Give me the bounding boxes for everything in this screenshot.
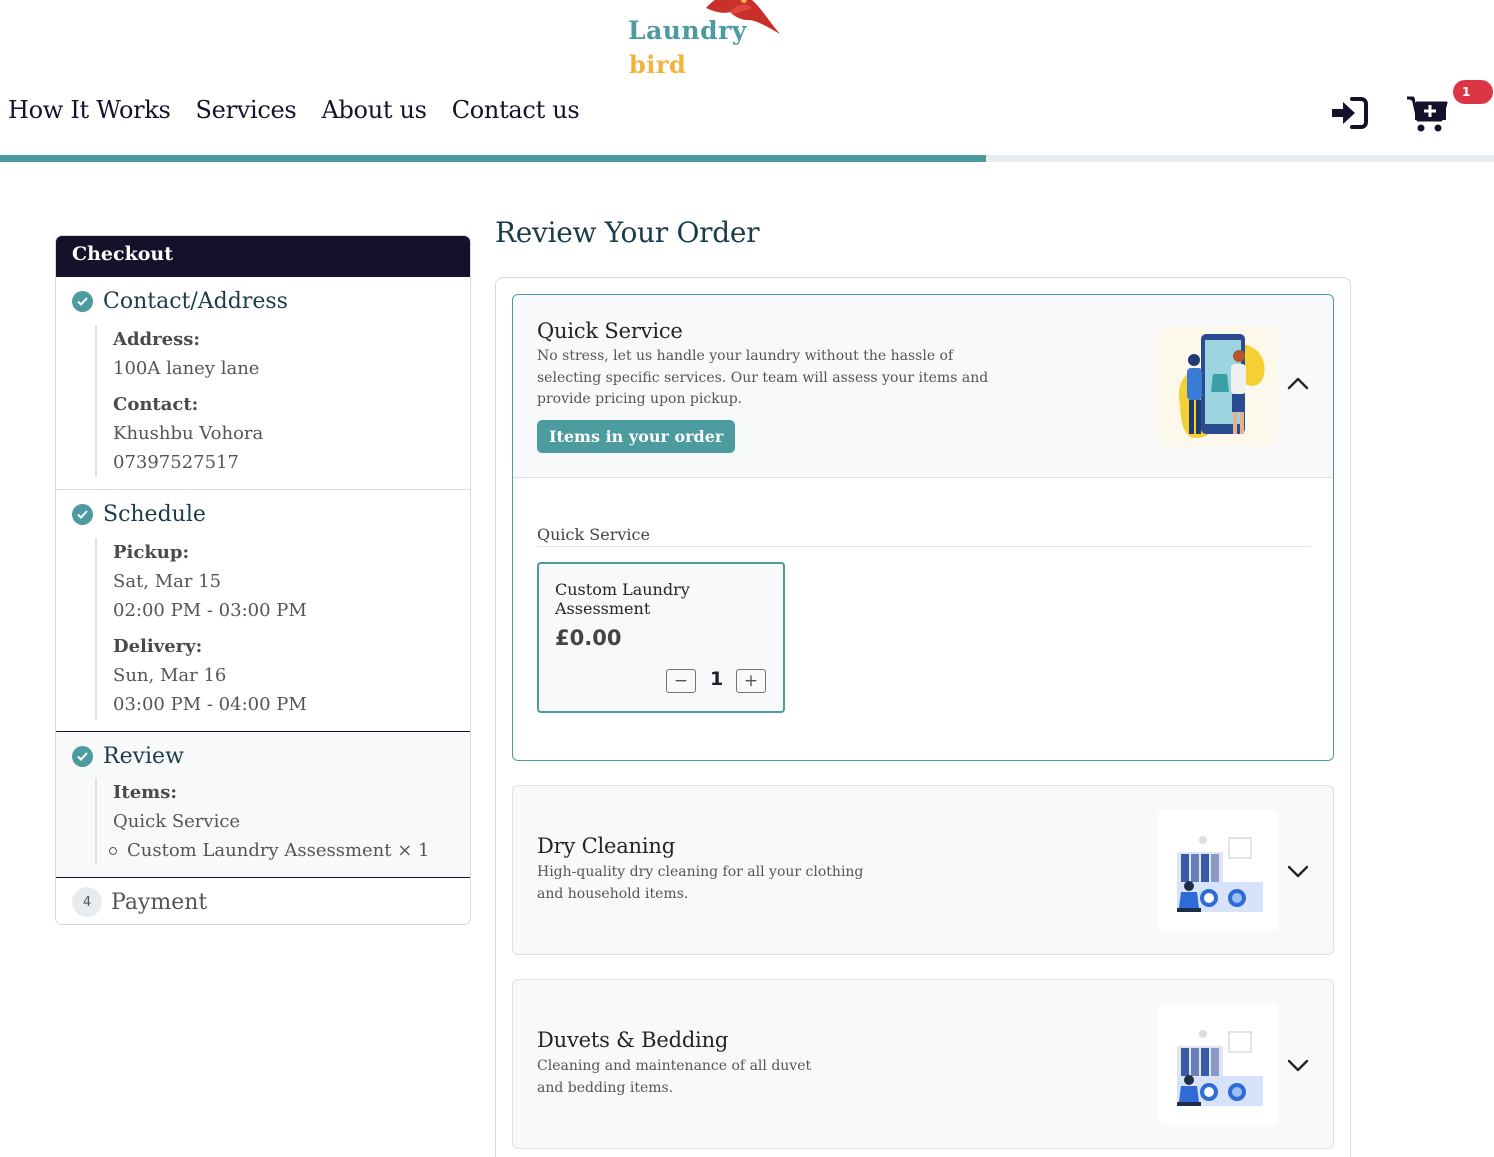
service-description: No stress, let us handle your laundry wi… bbox=[537, 348, 989, 407]
service-title: Quick Service bbox=[537, 319, 683, 343]
pickup-time: 02:00 PM - 03:00 PM bbox=[113, 600, 307, 621]
delivery-label: Delivery: bbox=[113, 636, 203, 657]
address-label: Address: bbox=[113, 329, 200, 350]
items-in-order-button[interactable]: Items in your order bbox=[537, 420, 736, 453]
logo[interactable]: Laundry bird bbox=[628, 0, 788, 80]
check-circle-icon bbox=[72, 290, 93, 312]
step-review[interactable]: Review Items: Quick Service Custom Laund… bbox=[56, 731, 470, 878]
address-value: 100A laney lane bbox=[113, 358, 260, 379]
logo-text-bird: bird bbox=[629, 50, 687, 79]
nav-contact-us[interactable]: Contact us bbox=[452, 96, 580, 124]
step-contact-address[interactable]: Contact/Address Address: 100A laney lane… bbox=[56, 277, 470, 490]
quantity-value: 1 bbox=[710, 668, 724, 690]
item-name: Custom Laundry Assessment bbox=[555, 580, 690, 618]
review-item: Custom Laundry Assessment × 1 bbox=[109, 836, 454, 865]
step-number-badge: 4 bbox=[72, 887, 102, 917]
item-price: £0.00 bbox=[555, 626, 622, 650]
review-item-text: Custom Laundry Assessment × 1 bbox=[127, 840, 430, 861]
checkout-sidebar: Checkout Contact/Address Address: 100A l… bbox=[55, 235, 471, 925]
order-review-panel: Quick Service No stress, let us handle y… bbox=[495, 277, 1351, 1157]
bullet-icon bbox=[109, 846, 117, 855]
step-title-payment: Payment bbox=[111, 889, 208, 915]
service-card-duvets-bedding[interactable]: Duvets & Bedding Cleaning and maintenanc… bbox=[512, 979, 1334, 1149]
duvets-illustration bbox=[1157, 1004, 1278, 1125]
delivery-date: Sun, Mar 16 bbox=[113, 665, 227, 686]
logo-text-laundry: Laundry bbox=[628, 16, 747, 45]
service-card-quick: Quick Service No stress, let us handle y… bbox=[512, 294, 1334, 761]
service-card-dry-cleaning[interactable]: Dry Cleaning High-quality dry cleaning f… bbox=[512, 785, 1334, 955]
check-circle-icon bbox=[72, 503, 93, 525]
step-title-contact: Contact/Address bbox=[103, 288, 288, 314]
checkout-heading: Checkout bbox=[56, 236, 470, 277]
nav-about-us[interactable]: About us bbox=[321, 96, 427, 124]
sign-in-icon[interactable] bbox=[1330, 96, 1368, 130]
cart-plus-icon[interactable] bbox=[1406, 94, 1448, 134]
cart-count-badge: 1 bbox=[1453, 80, 1493, 104]
chevron-down-icon[interactable] bbox=[1285, 1052, 1311, 1078]
contact-phone: 07397527517 bbox=[113, 452, 239, 473]
review-service: Quick Service bbox=[113, 811, 241, 832]
service-card-header[interactable]: Quick Service No stress, let us handle y… bbox=[513, 295, 1333, 478]
service-description: High-quality dry cleaning for all your c… bbox=[537, 864, 864, 902]
service-title: Dry Cleaning bbox=[537, 834, 675, 858]
step-payment[interactable]: 4 Payment bbox=[56, 878, 470, 924]
quick-service-illustration bbox=[1157, 326, 1278, 447]
divider bbox=[537, 546, 1311, 547]
contact-label: Contact: bbox=[113, 394, 199, 415]
step-schedule[interactable]: Schedule Pickup: Sat, Mar 15 02:00 PM - … bbox=[56, 490, 470, 731]
increment-button[interactable]: + bbox=[736, 669, 766, 693]
nav-services[interactable]: Services bbox=[196, 96, 297, 124]
pickup-label: Pickup: bbox=[113, 542, 190, 563]
delivery-time: 03:00 PM - 04:00 PM bbox=[113, 694, 307, 715]
check-circle-icon bbox=[72, 745, 93, 767]
page-title: Review Your Order bbox=[495, 216, 760, 249]
service-description: Cleaning and maintenance of all duvet an… bbox=[537, 1058, 812, 1096]
item-card[interactable]: Custom Laundry Assessment £0.00 − 1 + bbox=[537, 562, 785, 713]
service-title: Duvets & Bedding bbox=[537, 1028, 729, 1052]
progress-fill bbox=[0, 155, 987, 162]
checkout-progress-bar bbox=[0, 155, 1494, 162]
pickup-date: Sat, Mar 15 bbox=[113, 571, 222, 592]
dry-cleaning-illustration bbox=[1157, 810, 1278, 931]
chevron-down-icon[interactable] bbox=[1285, 858, 1311, 884]
decrement-button[interactable]: − bbox=[666, 669, 696, 693]
section-title: Quick Service bbox=[537, 525, 650, 544]
contact-name: Khushbu Vohora bbox=[113, 423, 264, 444]
chevron-up-icon[interactable] bbox=[1285, 371, 1311, 397]
step-title-review: Review bbox=[103, 743, 184, 769]
main-nav: How It Works Services About us Contact u… bbox=[8, 96, 580, 124]
step-title-schedule: Schedule bbox=[103, 501, 206, 527]
nav-how-it-works[interactable]: How It Works bbox=[8, 96, 171, 124]
items-label: Items: bbox=[113, 782, 178, 803]
